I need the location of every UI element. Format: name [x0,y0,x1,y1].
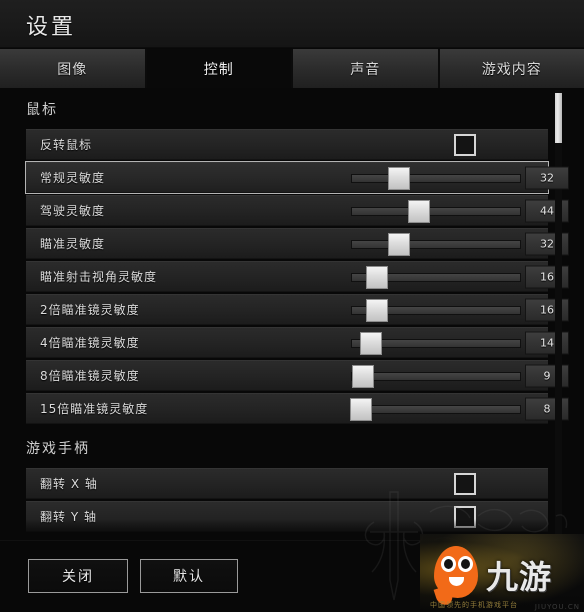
close-button[interactable]: 关闭 [28,559,128,593]
settings-row-label: 15倍瞄准镜灵敏度 [40,402,149,416]
settings-row-label: 常规灵敏度 [40,171,106,185]
section-title: 游戏手柄 [26,441,90,457]
sensitivity-slider[interactable]: 9 [351,364,569,388]
section-title: 鼠标 [26,102,58,118]
slider-value: 14 [525,331,569,354]
default-button[interactable]: 默认 [140,559,238,593]
tab-3[interactable]: 游戏内容 [439,49,584,88]
settings-row[interactable]: 常规灵敏度 32 [25,161,569,194]
settings-row-group: 反转鼠标 常规灵敏度 32 驾驶灵敏度 44 瞄准灵敏度 32 瞄准射击视角灵敏度 16 2倍瞄准… [0,129,584,424]
settings-row-label: 4倍瞄准镜灵敏度 [40,336,140,350]
settings-row-label: 瞄准灵敏度 [40,237,106,251]
sensitivity-slider[interactable]: 8 [350,397,569,421]
slider-value: 16 [525,265,569,288]
settings-row-label: 瞄准射击视角灵敏度 [40,270,158,284]
settings-row[interactable]: 翻转 Y 轴 [26,501,548,532]
slider-track[interactable] [351,173,521,183]
tab-2[interactable]: 声音 [293,49,440,88]
scrollbar-thumb[interactable] [555,93,562,143]
vertical-scrollbar[interactable] [555,90,562,540]
settings-row[interactable]: 翻转 X 轴 [26,468,548,499]
settings-row-label: 驾驶灵敏度 [40,204,106,218]
checkbox-toggle[interactable] [454,505,476,528]
settings-row-group: 翻转 X 轴翻转 Y 轴 [0,468,584,532]
settings-scroll-panel[interactable]: 鼠标 反转鼠标 常规灵敏度 32 驾驶灵敏度 44 瞄准灵敏度 32 瞄准射击视角灵敏度 16 2倍… [0,89,584,541]
settings-row[interactable]: 15倍瞄准镜灵敏度 8 [26,393,569,424]
footer-bar: 关闭 默认 [0,540,584,612]
tab-label: 游戏内容 [481,61,542,78]
window-header: 设置 [0,0,584,48]
page-title: 设置 [26,15,77,40]
settings-window: 设置 图像 控制 声音 游戏内容 鼠标反转鼠标常规灵敏度 32 驾驶灵敏度 44 瞄准灵敏度 3… [0,0,584,612]
slider-value: 8 [525,397,569,420]
sensitivity-slider[interactable]: 16 [351,265,569,289]
checkbox-toggle[interactable] [454,472,476,495]
slider-handle[interactable] [365,298,388,322]
sensitivity-slider[interactable]: 32 [351,166,569,190]
tab-0[interactable]: 图像 [0,49,147,88]
slider-handle[interactable] [387,232,410,256]
settings-row-label: 2倍瞄准镜灵敏度 [40,303,140,317]
settings-row[interactable]: 2倍瞄准镜灵敏度 16 [26,294,569,325]
settings-row[interactable]: 4倍瞄准镜灵敏度 14 [26,327,569,358]
tab-1[interactable]: 控制 [146,49,293,88]
tab-label: 声音 [350,61,381,78]
sensitivity-slider[interactable]: 16 [351,298,569,322]
slider-track[interactable] [351,371,521,381]
sensitivity-slider[interactable]: 14 [351,331,569,355]
slider-value: 16 [525,298,569,321]
slider-handle[interactable] [350,397,373,421]
tab-label: 图像 [57,61,88,78]
settings-row[interactable]: 8倍瞄准镜灵敏度 9 [26,360,569,391]
slider-value: 44 [525,199,569,222]
slider-handle[interactable] [365,265,388,289]
slider-track[interactable] [351,404,521,414]
settings-row-label: 翻转 Y 轴 [40,510,97,524]
checkbox-toggle[interactable] [454,133,476,156]
slider-track[interactable] [351,239,521,249]
settings-row-label: 8倍瞄准镜灵敏度 [40,369,140,383]
tab-label: 控制 [203,61,234,78]
settings-row[interactable]: 驾驶灵敏度 44 [26,195,569,226]
settings-row[interactable]: 瞄准射击视角灵敏度 16 [26,261,569,292]
slider-value: 32 [525,166,569,189]
slider-track[interactable] [351,206,521,216]
sensitivity-slider[interactable]: 32 [351,232,569,256]
watermark-corner-text: JIUYOU.CN [534,603,580,611]
slider-value: 32 [525,232,569,255]
slider-value: 9 [525,364,569,387]
settings-row-label: 反转鼠标 [40,138,93,152]
settings-row[interactable]: 反转鼠标 [26,129,548,160]
slider-handle[interactable] [351,364,374,388]
settings-row[interactable]: 瞄准灵敏度 32 [26,228,569,259]
slider-handle[interactable] [408,199,430,223]
tab-bar: 图像 控制 声音 游戏内容 [0,49,584,88]
settings-row-label: 翻转 X 轴 [40,477,98,491]
slider-handle[interactable] [360,331,383,355]
sensitivity-slider[interactable]: 44 [351,199,569,223]
slider-handle[interactable] [387,166,410,190]
